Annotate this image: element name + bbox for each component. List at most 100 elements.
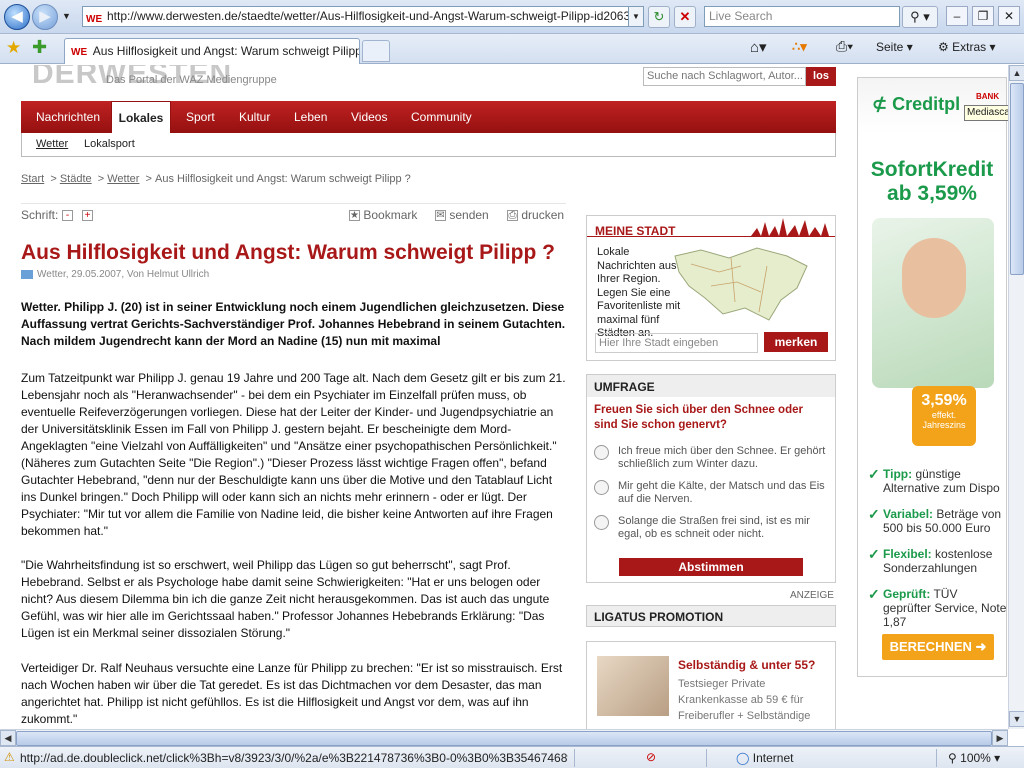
- site-search-input[interactable]: Suche nach Schlagwort, Autor...: [643, 67, 806, 86]
- tab-title: Aus Hilflosigkeit und Angst: Warum schwe…: [92, 44, 360, 58]
- breadcrumb-wetter[interactable]: Wetter: [107, 173, 139, 185]
- skyline-icon: [751, 218, 829, 236]
- font-size-label: Schrift:: [21, 208, 59, 222]
- site-search-button[interactable]: los: [806, 67, 836, 86]
- horizontal-scrollbar[interactable]: ◀ ▶: [0, 729, 1008, 746]
- bookmark-icon: ★: [349, 210, 360, 222]
- print-icon[interactable]: ⎙▾: [836, 38, 853, 55]
- print-label: drucken: [521, 208, 565, 222]
- poll-option[interactable]: Mir geht die Kälte, der Matsch und das E…: [594, 480, 830, 506]
- warning-icon: ⚠: [4, 750, 15, 764]
- nav-lokales[interactable]: Lokales: [111, 101, 171, 133]
- protected-mode-icon[interactable]: ⊘: [646, 750, 656, 764]
- nav-sport[interactable]: Sport: [186, 101, 215, 133]
- ad-benefit: ✓ Geprüft: TÜV geprüfter Service, Note 1,…: [868, 587, 1008, 629]
- scroll-thumb[interactable]: [1010, 83, 1024, 275]
- page-menu-label: Seite: [876, 40, 904, 54]
- forward-icon[interactable]: ▶: [32, 4, 58, 30]
- region-map-icon: [674, 247, 808, 321]
- umfrage-title: UMFRAGE: [587, 375, 835, 397]
- ad-benefit-key: Variabel:: [883, 507, 934, 521]
- address-bar[interactable]: WE http://www.derwesten.de/staedte/wette…: [82, 6, 644, 27]
- checkmark-icon: ✓: [868, 466, 880, 482]
- ad-banner[interactable]: ⊄ Creditpl BANK SofortKredit ab 3,59% 3,5…: [857, 77, 1007, 677]
- restore-button[interactable]: ❐: [972, 6, 994, 26]
- article-type-icon: [21, 269, 33, 279]
- radio-button[interactable]: [594, 480, 609, 495]
- ad-cta-label: BERECHNEN: [889, 639, 972, 654]
- poll-option[interactable]: Ich freue mich über den Schnee. Er gehör…: [594, 445, 830, 471]
- subnav-lokalsport[interactable]: Lokalsport: [84, 138, 135, 150]
- rss-icon[interactable]: ∴▾: [792, 39, 807, 55]
- promo-text[interactable]: Testsieger Private Krankenkasse ab 59 € …: [678, 676, 828, 724]
- sub-navigation: Wetter Lokalsport: [21, 133, 836, 157]
- gear-icon: ⚙: [938, 40, 949, 54]
- ad-headline: SofortKredit ab 3,59%: [858, 158, 1006, 206]
- ad-rate-badge: 3,59% effekt. Jahreszins: [912, 386, 976, 446]
- scroll-left-icon[interactable]: ◀: [0, 730, 16, 746]
- search-icon[interactable]: ⚲ ▾: [902, 6, 938, 28]
- address-dropdown-icon[interactable]: ▼: [628, 7, 643, 26]
- nav-community[interactable]: Community: [411, 101, 472, 133]
- vote-button[interactable]: Abstimmen: [619, 558, 803, 576]
- arrow-right-icon: ➜: [975, 639, 987, 654]
- checkmark-icon: ✓: [868, 546, 880, 562]
- nav-videos[interactable]: Videos: [351, 101, 387, 133]
- live-search-input[interactable]: Live Search: [704, 6, 900, 27]
- ad-benefit-key: Tipp:: [883, 467, 913, 481]
- vertical-scrollbar[interactable]: ▲ ▼: [1008, 65, 1024, 729]
- ad-brand: ⊄ Creditpl: [872, 94, 960, 115]
- font-increase-button[interactable]: +: [82, 210, 93, 221]
- zoom-level[interactable]: ⚲ 100% ▾: [948, 751, 1000, 765]
- checkmark-icon: ✓: [868, 586, 880, 602]
- scroll-up-icon[interactable]: ▲: [1009, 65, 1024, 81]
- stop-icon[interactable]: ✕: [674, 6, 696, 28]
- ad-cta-button[interactable]: BERECHNEN ➜: [882, 634, 994, 660]
- add-favorite-icon[interactable]: ✚: [32, 37, 47, 58]
- nav-kultur[interactable]: Kultur: [239, 101, 270, 133]
- promo-box[interactable]: Selbständig & unter 55? Testsieger Priva…: [586, 641, 836, 729]
- tab-bar: ★ ✚ WE Aus Hilflosigkeit und Angst: Waru…: [0, 34, 1024, 64]
- extras-menu[interactable]: ⚙ Extras ▾: [938, 40, 995, 54]
- merken-button[interactable]: merken: [764, 332, 828, 352]
- article-headline: Aus Hilflosigkeit und Angst: Warum schwe…: [21, 241, 555, 264]
- font-decrease-button[interactable]: -: [62, 210, 73, 221]
- bookmark-link[interactable]: ★ Bookmark: [349, 208, 417, 222]
- divider: [587, 236, 835, 237]
- ad-badge-rate: 3,59%: [921, 392, 967, 409]
- minimize-button[interactable]: –: [946, 6, 968, 26]
- extras-menu-label: Extras: [952, 40, 987, 54]
- send-link[interactable]: ✉ senden: [435, 208, 489, 222]
- back-icon[interactable]: ◀: [4, 4, 30, 30]
- radio-button[interactable]: [594, 515, 609, 530]
- poll-option[interactable]: Solange die Straßen frei sind, ist es mi…: [594, 515, 830, 541]
- page-menu[interactable]: Seite ▾: [876, 40, 913, 54]
- promo-image[interactable]: [597, 656, 669, 716]
- zoom-icon: ⚲: [948, 751, 957, 765]
- address-url: http://www.derwesten.de/staedte/wetter/A…: [107, 9, 644, 23]
- breadcrumb-start[interactable]: Start: [21, 173, 44, 185]
- article-meta-text: Wetter, 29.05.2007, Von Helmut Ullrich: [37, 269, 210, 280]
- home-icon[interactable]: ⌂▾: [750, 38, 767, 56]
- subnav-wetter[interactable]: Wetter: [36, 138, 68, 150]
- close-window-button[interactable]: ✕: [998, 6, 1020, 26]
- breadcrumb-staedte[interactable]: Städte: [60, 173, 92, 185]
- refresh-icon[interactable]: ↻: [648, 6, 670, 28]
- nav-nachrichten[interactable]: Nachrichten: [36, 101, 100, 133]
- city-input[interactable]: Hier Ihre Stadt eingeben: [595, 333, 758, 353]
- print-link[interactable]: ⎙ drucken: [507, 208, 564, 222]
- scroll-down-icon[interactable]: ▼: [1009, 711, 1024, 727]
- divider: [706, 749, 707, 767]
- tab-active[interactable]: WE Aus Hilflosigkeit und Angst: Warum sc…: [64, 38, 360, 64]
- new-tab-button[interactable]: [362, 40, 390, 62]
- radio-button[interactable]: [594, 445, 609, 460]
- nav-leben[interactable]: Leben: [294, 101, 327, 133]
- poll-option-label: Ich freue mich über den Schnee. Er gehör…: [618, 445, 826, 470]
- scroll-thumb[interactable]: [16, 731, 992, 746]
- scroll-right-icon[interactable]: ▶: [992, 730, 1008, 746]
- breadcrumb: Start > Städte > Wetter > Aus Hilflosigk…: [21, 173, 411, 185]
- browser-toolbar: ◀ ▶ ▼ WE http://www.derwesten.de/staedte…: [0, 0, 1024, 34]
- favorites-star-icon[interactable]: ★: [6, 38, 21, 58]
- promo-title[interactable]: Selbständig & unter 55?: [678, 658, 815, 672]
- history-dropdown-icon[interactable]: ▼: [62, 11, 71, 21]
